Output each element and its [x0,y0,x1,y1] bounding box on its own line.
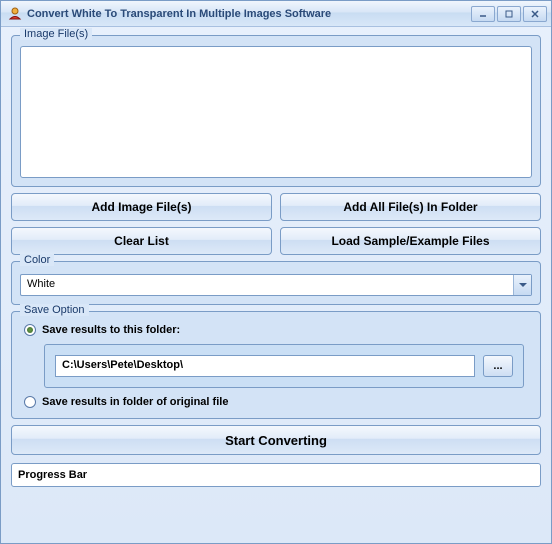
maximize-button[interactable] [497,6,521,22]
progress-bar-label: Progress Bar [18,469,87,481]
save-option-group: Save Option Save results to this folder:… [11,311,541,419]
image-files-listbox[interactable] [20,46,532,178]
add-all-files-in-folder-button[interactable]: Add All File(s) In Folder [280,193,541,221]
titlebar: Convert White To Transparent In Multiple… [1,1,551,27]
start-converting-button[interactable]: Start Converting [11,425,541,455]
load-sample-files-button[interactable]: Load Sample/Example Files [280,227,541,255]
close-button[interactable] [523,6,547,22]
radio-icon [24,396,36,408]
chevron-down-icon[interactable] [513,275,531,295]
color-combobox[interactable]: White [20,274,532,296]
color-group: Color White [11,261,541,305]
save-path-input[interactable]: C:\Users\Pete\Desktop\ [55,355,475,377]
clear-list-button[interactable]: Clear List [11,227,272,255]
color-legend: Color [20,254,54,266]
save-path-panel: C:\Users\Pete\Desktop\ ... [44,344,524,388]
client-area: Image File(s) Add Image File(s) Add All … [1,27,551,497]
image-files-group: Image File(s) [11,35,541,187]
radio-icon [24,324,36,336]
image-files-legend: Image File(s) [20,28,92,40]
app-icon [7,6,23,22]
app-window: Convert White To Transparent In Multiple… [0,0,552,544]
save-to-folder-radio-row[interactable]: Save results to this folder: [24,324,532,336]
window-title: Convert White To Transparent In Multiple… [27,8,471,20]
window-controls [471,6,547,22]
color-selected-value: White [21,275,513,295]
save-in-original-folder-label: Save results in folder of original file [42,396,228,408]
save-in-original-folder-radio-row[interactable]: Save results in folder of original file [24,396,532,408]
add-image-files-button[interactable]: Add Image File(s) [11,193,272,221]
save-option-legend: Save Option [20,304,89,316]
browse-button[interactable]: ... [483,355,513,377]
progress-bar: Progress Bar [11,463,541,487]
minimize-button[interactable] [471,6,495,22]
save-to-folder-label: Save results to this folder: [42,324,180,336]
